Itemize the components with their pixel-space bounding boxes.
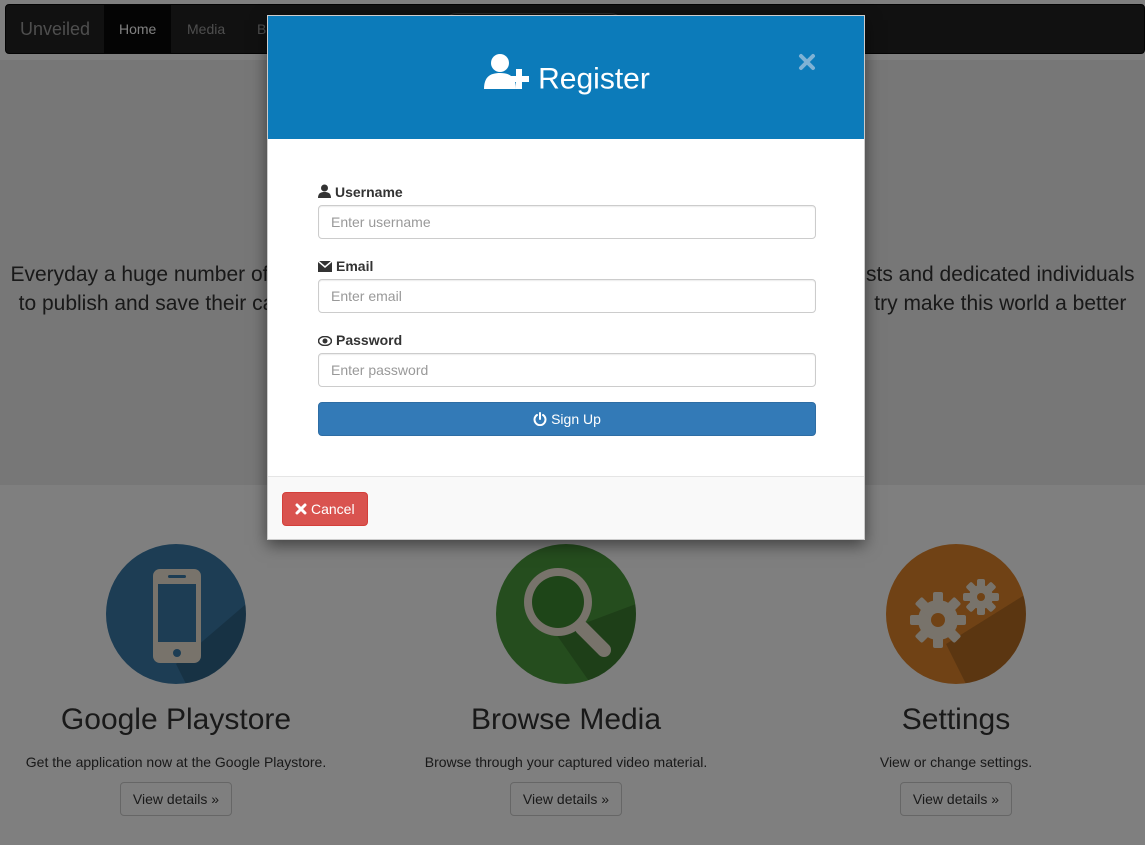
email-group: Email: [317, 213, 816, 313]
add-user-icon: [482, 53, 532, 102]
cancel-x-icon: [295, 503, 307, 515]
eye-icon: [317, 335, 333, 347]
modal-footer: Cancel: [268, 476, 864, 539]
password-group: Password: [317, 287, 816, 387]
username-group: Username: [318, 139, 816, 239]
password-input[interactable]: [318, 353, 816, 387]
username-label: Username: [318, 182, 403, 202]
modal-body: Username Email Password: [317, 139, 816, 387]
email-label: Email: [317, 256, 373, 276]
password-label: Password: [317, 330, 402, 350]
close-icon[interactable]: [795, 52, 819, 76]
power-icon: [533, 412, 547, 427]
sign-up-button[interactable]: Sign Up: [318, 402, 816, 436]
register-modal: Register Username Email Password: [267, 15, 865, 540]
modal-title-text: Register: [538, 62, 650, 96]
envelope-icon: [317, 260, 333, 272]
cancel-button[interactable]: Cancel: [282, 492, 368, 526]
modal-header: Register: [268, 16, 864, 139]
modal-title: Register: [268, 53, 864, 105]
user-icon: [318, 184, 331, 198]
